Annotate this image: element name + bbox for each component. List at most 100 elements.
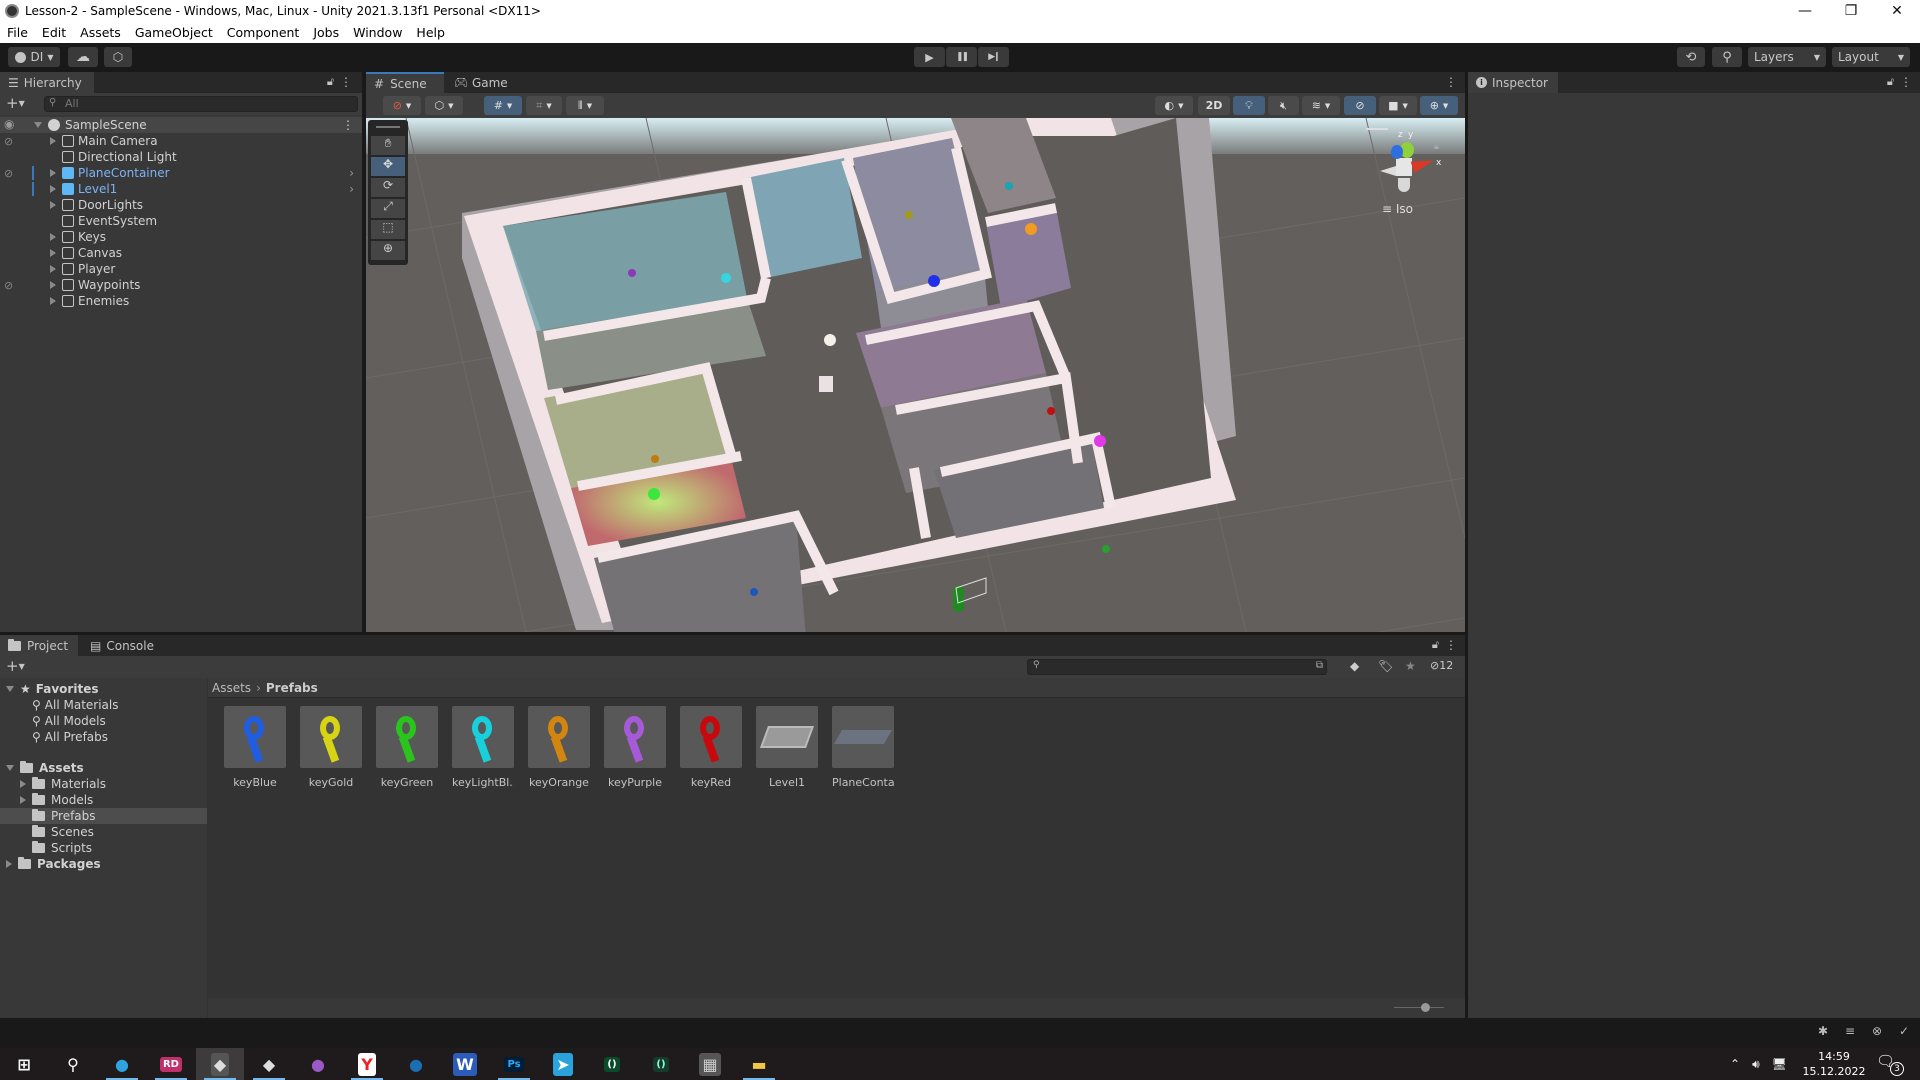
open-prefab-chevron-icon[interactable]: › [349, 182, 354, 196]
taskbar-search-button[interactable]: ⚲ [49, 1048, 97, 1080]
expand-arrow-icon[interactable] [20, 780, 26, 788]
expand-arrow-icon[interactable] [50, 265, 56, 273]
account-dropdown[interactable]: DI ▼ [8, 47, 60, 67]
expand-arrow-icon[interactable] [50, 233, 56, 241]
asset-item[interactable]: keyRed [680, 706, 742, 789]
expand-arrow-icon[interactable] [34, 122, 42, 128]
expand-arrow-icon[interactable] [20, 796, 26, 804]
gizmos-dropdown[interactable]: ⊕ ▼ [1420, 96, 1458, 115]
volume-icon[interactable]: 🔊︎ [1752, 1057, 1760, 1072]
lighting-toggle[interactable]: 💡︎ [1233, 96, 1265, 115]
menu-help[interactable]: Help [409, 25, 452, 40]
folder-item[interactable]: Models [0, 792, 207, 808]
tab-console[interactable]: ▤ Console [82, 635, 162, 656]
maximize-button[interactable]: ❐ [1828, 0, 1874, 22]
draw-mode-dropdown[interactable]: ⊘ ▼ [383, 96, 421, 115]
gizmo-lock-icon[interactable]: 🔒︎ [1434, 142, 1439, 152]
folder-item[interactable]: Scenes [0, 824, 207, 840]
hierarchy-item[interactable]: ⊘ Main Camera [0, 133, 362, 149]
expand-arrow-icon[interactable] [50, 281, 56, 289]
projection-toggle[interactable]: ≡ Iso [1382, 202, 1413, 216]
asset-item[interactable]: Level1 [756, 706, 818, 789]
breadcrumb-prefabs[interactable]: Prefabs [266, 681, 318, 695]
hierarchy-item[interactable]: DoorLights [0, 197, 362, 213]
layers-dropdown[interactable]: Layers ▼ [1748, 47, 1826, 67]
packages-row[interactable]: Packages [0, 856, 207, 872]
expand-arrow-icon[interactable] [50, 297, 56, 305]
close-button[interactable]: ✕ [1874, 0, 1920, 22]
more-options-icon[interactable]: ⋮ [340, 75, 352, 89]
network-icon[interactable]: 🖥︎ [1772, 1057, 1787, 1071]
cache-icon[interactable]: ≡ [1845, 1024, 1855, 1038]
taskbar-app-green-button[interactable]: () [637, 1048, 685, 1080]
menu-file[interactable]: File [0, 25, 35, 40]
lock-icon[interactable]: 🔓︎ [1432, 638, 1439, 652]
menu-gameobject[interactable]: GameObject [128, 25, 220, 40]
taskbar-yandex-browser-button[interactable]: Y [343, 1048, 391, 1080]
filter-by-type-icon[interactable]: ◆ [1350, 659, 1359, 673]
taskbar-calculator-button[interactable]: ▦ [686, 1048, 734, 1080]
gizmo-menu-icon[interactable] [1366, 128, 1388, 130]
hierarchy-item[interactable]: Keys [0, 229, 362, 245]
favorite-all-materials[interactable]: ⚲ All Materials [0, 697, 207, 713]
rotate-tool[interactable]: ⟳ [371, 178, 405, 197]
folder-item[interactable]: Materials [0, 776, 207, 792]
asset-item[interactable]: keyBlue [224, 706, 286, 789]
gizmo-neg-y[interactable] [1398, 178, 1410, 192]
effects-dropdown[interactable]: ≋ ▼ [1302, 96, 1340, 115]
hierarchy-item[interactable]: EventSystem [0, 213, 362, 229]
ruler-dropdown[interactable]: ⦀ ▼ [566, 96, 604, 115]
search-popout-icon[interactable]: ⧉ [1316, 660, 1323, 671]
expand-arrow-icon[interactable] [50, 249, 56, 257]
visibility-icon[interactable]: ◉ [4, 117, 14, 131]
taskbar-unity-button[interactable]: ◆ [196, 1048, 244, 1080]
scale-tool[interactable]: ⤢ [371, 199, 405, 218]
scene-row[interactable]: ◉ SampleScene ⋮ [0, 117, 362, 133]
taskbar-file-explorer-button[interactable]: ▬ [735, 1048, 783, 1080]
taskbar-rider-button[interactable]: RD [147, 1048, 195, 1080]
play-button[interactable]: ▶ [914, 47, 945, 67]
grid-snap-dropdown[interactable]: # ▼ [484, 96, 522, 115]
asset-item[interactable]: keyGreen [376, 706, 438, 789]
taskbar-github-desktop-button[interactable]: ● [294, 1048, 342, 1080]
breadcrumb-assets[interactable]: Assets [212, 681, 251, 695]
hierarchy-item[interactable]: ⊘ Waypoints [0, 277, 362, 293]
hierarchy-item[interactable]: Directional Light [0, 149, 362, 165]
menu-window[interactable]: Window [346, 25, 409, 40]
pause-button[interactable]: ❚❚ [946, 47, 977, 67]
more-options-icon[interactable]: ⋮ [1445, 638, 1457, 652]
drag-handle-icon[interactable] [376, 126, 400, 128]
hierarchy-item[interactable]: ⊘ PlaneContainer › [0, 165, 362, 181]
tab-scene[interactable]: # Scene [366, 72, 444, 93]
increment-snap-dropdown[interactable]: ⌗ ▼ [526, 96, 562, 115]
hidden-eye-icon[interactable]: ⊘ [4, 279, 13, 292]
lock-icon[interactable]: 🔓︎ [327, 75, 334, 89]
taskbar-unity-hub-button[interactable]: ◆ [245, 1048, 293, 1080]
camera-dropdown[interactable]: ■ ▼ [1379, 96, 1417, 115]
taskbar-windows-start-button[interactable]: ⊞ [0, 1048, 48, 1080]
favorite-all-models[interactable]: ⚲ All Models [0, 713, 207, 729]
hierarchy-item[interactable]: Canvas [0, 245, 362, 261]
expand-arrow-icon[interactable] [6, 860, 12, 868]
tray-chevron-up-icon[interactable]: ⌃ [1730, 1057, 1740, 1071]
menu-jobs[interactable]: Jobs [306, 25, 346, 40]
scene-viewport[interactable]: ✋︎ ✥ ⟳ ⤢ ⬚ ⊕ z y x 🔒︎ ≡ Iso [366, 118, 1465, 632]
asset-item[interactable]: PlaneConta... [832, 706, 894, 789]
layout-dropdown[interactable]: Layout ▼ [1832, 47, 1910, 67]
asset-item[interactable]: keyLightBl... [452, 706, 514, 789]
render-mode-dropdown[interactable]: ⬡ ▼ [425, 96, 463, 115]
minimize-button[interactable]: — [1782, 0, 1828, 22]
hierarchy-item[interactable]: Enemies [0, 293, 362, 309]
tab-project[interactable]: Project [0, 635, 78, 656]
step-button[interactable]: ▶❙ [978, 47, 1009, 67]
zoom-slider-handle[interactable] [1421, 1003, 1430, 1012]
filter-by-label-icon[interactable]: 🏷︎ [1378, 659, 1393, 673]
taskbar-steam-button[interactable]: ● [392, 1048, 440, 1080]
more-options-icon[interactable]: ⋮ [1445, 75, 1457, 89]
action-center-button[interactable]: 🗨︎ 3 [1876, 1052, 1906, 1076]
hidden-packages-toggle[interactable]: ⊘12 [1430, 659, 1453, 672]
clock[interactable]: 14:59 15.12.2022 [1800, 1049, 1868, 1079]
hierarchy-item[interactable]: Level1 › [0, 181, 362, 197]
asset-item[interactable]: keyGold [300, 706, 362, 789]
expand-arrow-icon[interactable] [50, 137, 56, 145]
